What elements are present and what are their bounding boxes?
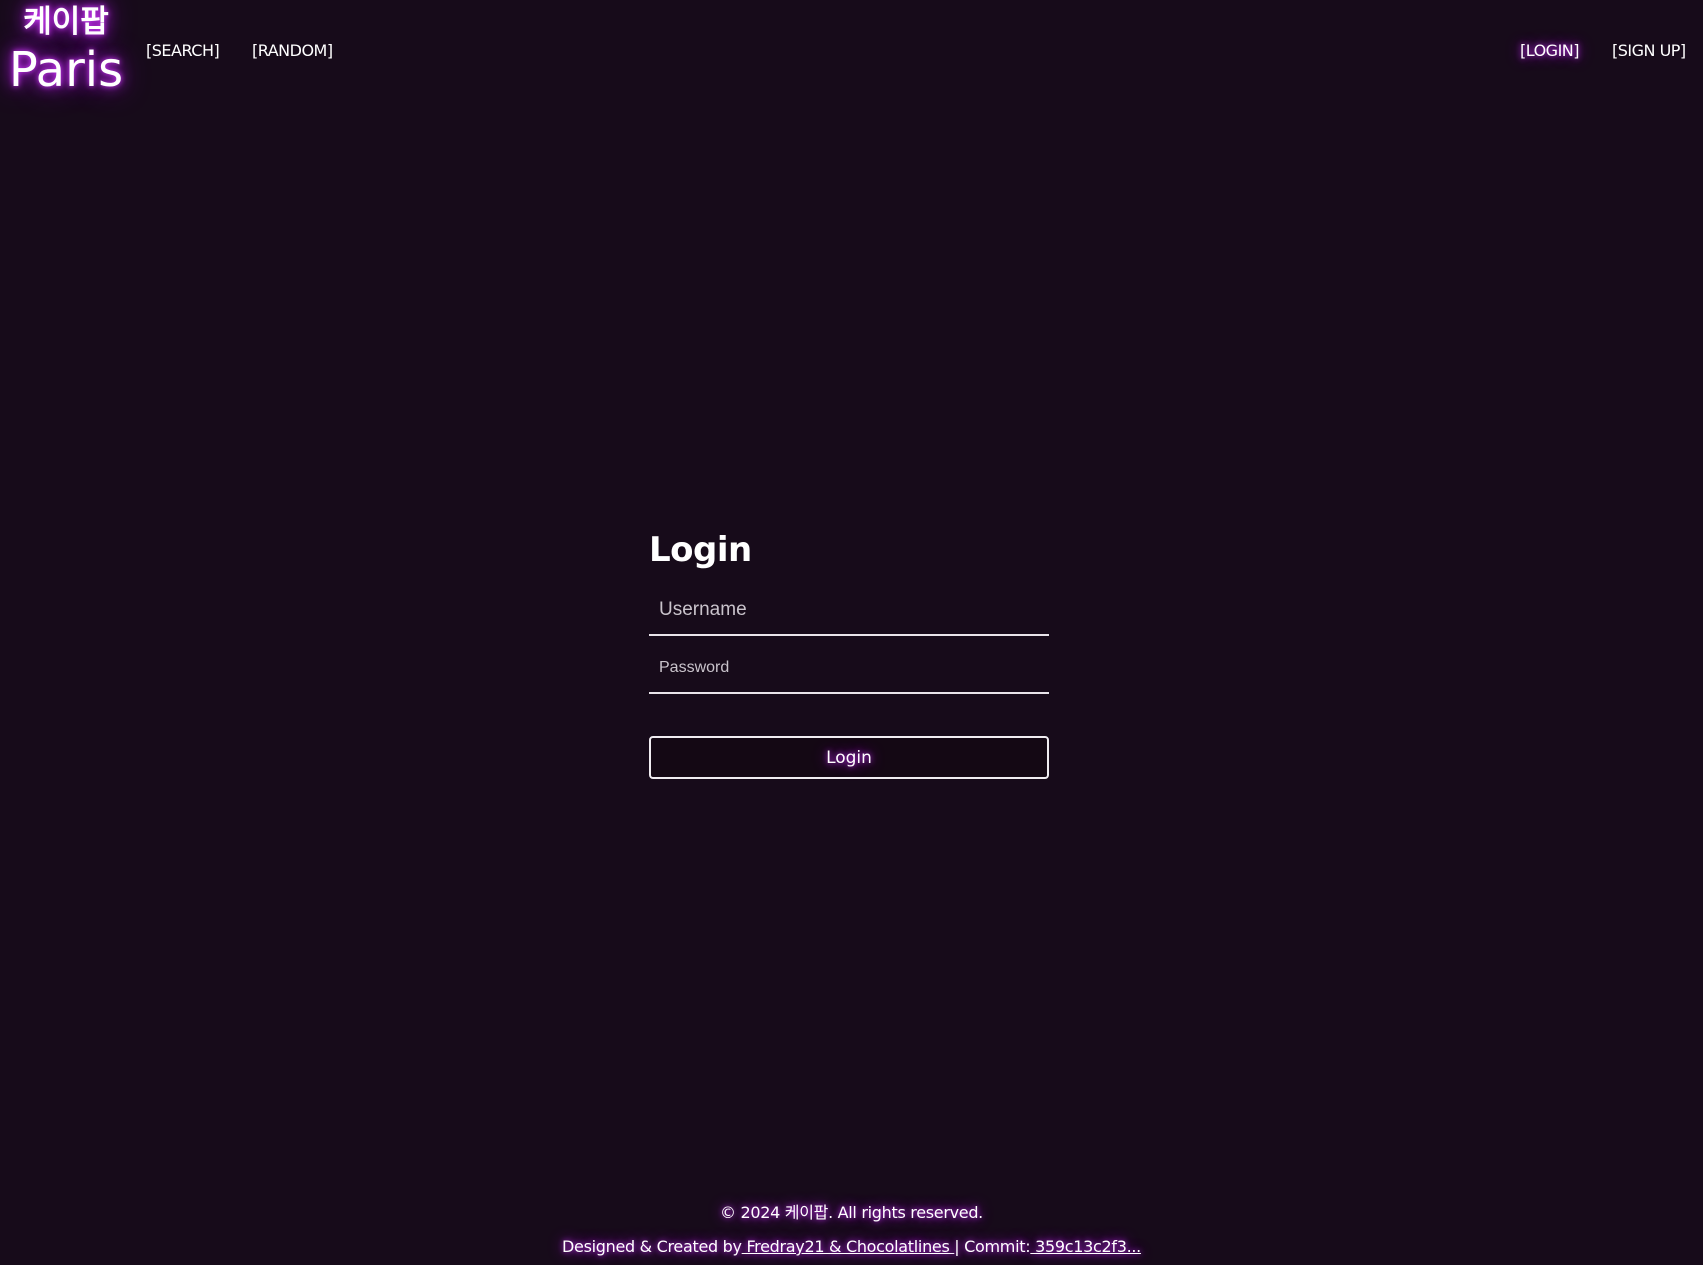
authors-link[interactable]: Fredray21 & Chocolatlines: [742, 1237, 955, 1256]
designed-by-text: Designed & Created by: [562, 1237, 742, 1256]
site-footer: © 2024 케이팝. All rights reserved. Designe…: [0, 1200, 1703, 1260]
logo-paris-text: Paris: [8, 42, 124, 98]
username-field-container: [649, 586, 1049, 636]
login-title: Login: [649, 530, 752, 570]
copyright-text: © 2024 케이팝. All rights reserved.: [720, 1203, 983, 1222]
username-input[interactable]: [649, 586, 1049, 634]
login-form: Login Login: [649, 528, 1049, 779]
commit-label: | Commit:: [954, 1237, 1031, 1256]
credits-line: Designed & Created by Fredray21 & Chocol…: [0, 1234, 1703, 1260]
site-logo[interactable]: 케이팝 Paris: [6, 2, 126, 98]
logo-korean-text: 케이팝: [23, 4, 109, 40]
site-header: 케이팝 Paris [SEARCH] [RANDOM] [LOGIN] [SIG…: [0, 0, 1703, 110]
nav-search-link[interactable]: [SEARCH]: [146, 41, 220, 60]
login-button[interactable]: Login: [649, 736, 1049, 779]
commit-link[interactable]: 359c13c2f3...: [1030, 1237, 1141, 1256]
password-input[interactable]: [649, 644, 1049, 692]
nav-signup-link[interactable]: [SIGN UP]: [1612, 41, 1686, 60]
password-field-container: [649, 644, 1049, 694]
nav-random-link[interactable]: [RANDOM]: [252, 41, 333, 60]
nav-login-link[interactable]: [LOGIN]: [1520, 41, 1580, 60]
